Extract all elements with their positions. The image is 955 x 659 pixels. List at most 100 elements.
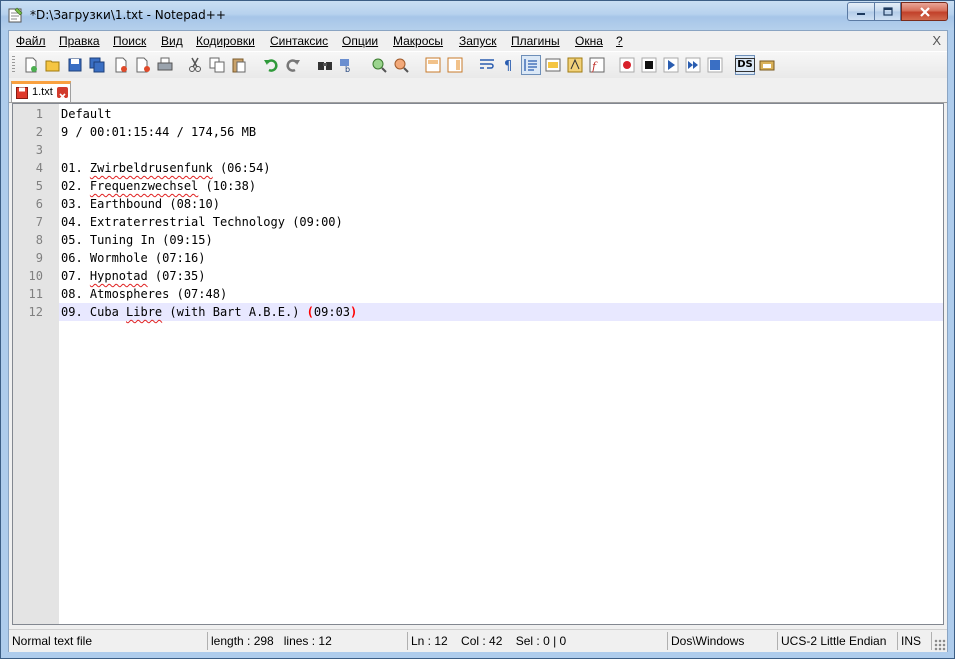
copy-button[interactable]	[207, 55, 227, 75]
cut-button[interactable]	[185, 55, 205, 75]
text-line[interactable]: 9 / 00:01:15:44 / 174,56 MB	[61, 123, 256, 141]
text-line[interactable]: 07. Hypnotad (07:35)	[61, 267, 206, 285]
tab-close-button[interactable]	[57, 87, 68, 100]
close-icon	[59, 93, 66, 100]
record-macro-icon	[619, 57, 635, 73]
replace-button[interactable]: b	[337, 55, 357, 75]
toolbar-grip[interactable]	[12, 56, 15, 74]
zoom-out-button[interactable]	[391, 55, 411, 75]
doc-map-icon	[567, 57, 583, 73]
status-encoding: UCS-2 Little Endian	[778, 632, 898, 650]
play-multiple-icon	[685, 57, 701, 73]
text-line[interactable]: 06. Wormhole (07:16)	[61, 249, 206, 267]
resize-grip[interactable]	[934, 639, 946, 651]
menu-plugins[interactable]: Плагины	[511, 34, 560, 48]
sync-horizontal-button[interactable]	[445, 55, 465, 75]
notepadpp-app-icon[interactable]	[8, 7, 23, 23]
text-line[interactable]: 03. Earthbound (08:10)	[61, 195, 220, 213]
menu-macro[interactable]: Макросы	[393, 34, 443, 48]
sync-vertical-button[interactable]	[423, 55, 443, 75]
word-wrap-icon	[480, 59, 494, 69]
text-line[interactable]: 01. Zwirbeldrusenfunk (06:54)	[61, 159, 271, 177]
close-icon	[919, 6, 930, 17]
line-number: 3	[35, 143, 43, 157]
redo-button[interactable]	[283, 55, 303, 75]
line-number: 10	[28, 269, 43, 283]
menu-edit[interactable]: Правка	[59, 34, 100, 48]
word-wrap-button[interactable]	[477, 55, 497, 75]
close-button[interactable]	[901, 2, 948, 21]
tab-bar: 1.txt	[9, 78, 947, 103]
tab-1-txt[interactable]: 1.txt	[11, 81, 71, 102]
stop-record-icon	[641, 57, 657, 73]
new-file-button[interactable]	[21, 55, 41, 75]
text-line-current[interactable]: 09. Cuba Libre (with Bart A.B.E.) (09:03…	[61, 303, 357, 321]
status-length-lines: length : 298 lines : 12	[208, 632, 408, 650]
ds-button[interactable]: DS	[735, 55, 755, 75]
modified-save-icon	[16, 87, 28, 99]
maximize-button[interactable]	[874, 2, 901, 21]
save-button[interactable]	[65, 55, 85, 75]
save-icon	[68, 58, 82, 72]
line-number: 4	[35, 161, 43, 175]
status-col: Col : 42	[461, 634, 503, 648]
menu-run[interactable]: Запуск	[459, 34, 497, 48]
text-line[interactable]: 02. Frequenzwechsel (10:38)	[61, 177, 256, 195]
editor-pane[interactable]: 1 2 3 4 5 6 7 8 9 10 11 12 Default 9 / 0…	[12, 103, 944, 625]
line-number: 11	[28, 287, 43, 301]
window-title: *D:\Загрузки\1.txt - Notepad++	[30, 8, 226, 22]
undo-button[interactable]	[261, 55, 281, 75]
close-all-icon	[136, 57, 150, 73]
menu-windows[interactable]: Окна	[575, 34, 603, 48]
zoom-in-button[interactable]	[369, 55, 389, 75]
save-all-button[interactable]	[87, 55, 107, 75]
new-file-icon	[25, 57, 37, 73]
open-file-button[interactable]	[43, 55, 63, 75]
text-line[interactable]: Default	[61, 105, 112, 123]
paste-button[interactable]	[229, 55, 249, 75]
play-multiple-button[interactable]	[683, 55, 703, 75]
menu-help[interactable]: ?	[616, 34, 623, 48]
line-number: 6	[35, 197, 43, 211]
minimize-button[interactable]	[847, 2, 874, 21]
menu-file[interactable]: Файл	[16, 34, 46, 48]
status-length: length : 298	[211, 634, 274, 648]
undo-icon	[264, 59, 278, 72]
plugin-button[interactable]	[757, 55, 777, 75]
function-list-button[interactable]: f	[587, 55, 607, 75]
menu-syntax[interactable]: Синтаксис	[270, 34, 328, 48]
replace-icon: b	[340, 59, 350, 73]
close-file-icon	[115, 57, 127, 73]
svg-text:b: b	[345, 65, 350, 73]
svg-text:¶: ¶	[504, 59, 512, 73]
indent-guide-icon	[524, 59, 537, 71]
text-area[interactable]: Default 9 / 00:01:15:44 / 174,56 MB 01. …	[59, 104, 943, 624]
line-number-gutter[interactable]: 1 2 3 4 5 6 7 8 9 10 11 12	[13, 104, 59, 624]
text-line[interactable]: 05. Tuning In (09:15)	[61, 231, 213, 249]
record-macro-button[interactable]	[617, 55, 637, 75]
print-button[interactable]	[155, 55, 175, 75]
show-all-chars-button[interactable]: ¶	[499, 55, 519, 75]
find-button[interactable]	[315, 55, 335, 75]
minimize-icon	[857, 12, 865, 15]
close-all-button[interactable]	[133, 55, 153, 75]
menu-view[interactable]: Вид	[161, 34, 183, 48]
save-macro-icon	[707, 57, 723, 73]
title-bar[interactable]: *D:\Загрузки\1.txt - Notepad++	[1, 1, 954, 30]
doc-map-button[interactable]	[565, 55, 585, 75]
menu-encoding[interactable]: Кодировки	[196, 34, 255, 48]
status-ln: Ln : 12	[411, 634, 448, 648]
stop-record-button[interactable]	[639, 55, 659, 75]
close-document-x[interactable]: X	[932, 33, 941, 48]
sync-vertical-icon	[425, 57, 441, 73]
menu-bar: Файл Правка Поиск Вид Кодировки Синтакси…	[9, 31, 947, 51]
menu-search[interactable]: Поиск	[113, 34, 146, 48]
indent-guide-button[interactable]	[521, 55, 541, 75]
user-lang-button[interactable]	[543, 55, 563, 75]
menu-settings[interactable]: Опции	[342, 34, 378, 48]
close-file-button[interactable]	[111, 55, 131, 75]
play-macro-button[interactable]	[661, 55, 681, 75]
text-line[interactable]: 04. Extraterrestrial Technology (09:00)	[61, 213, 343, 231]
text-line[interactable]: 08. Atmospheres (07:48)	[61, 285, 227, 303]
save-macro-button[interactable]	[705, 55, 725, 75]
